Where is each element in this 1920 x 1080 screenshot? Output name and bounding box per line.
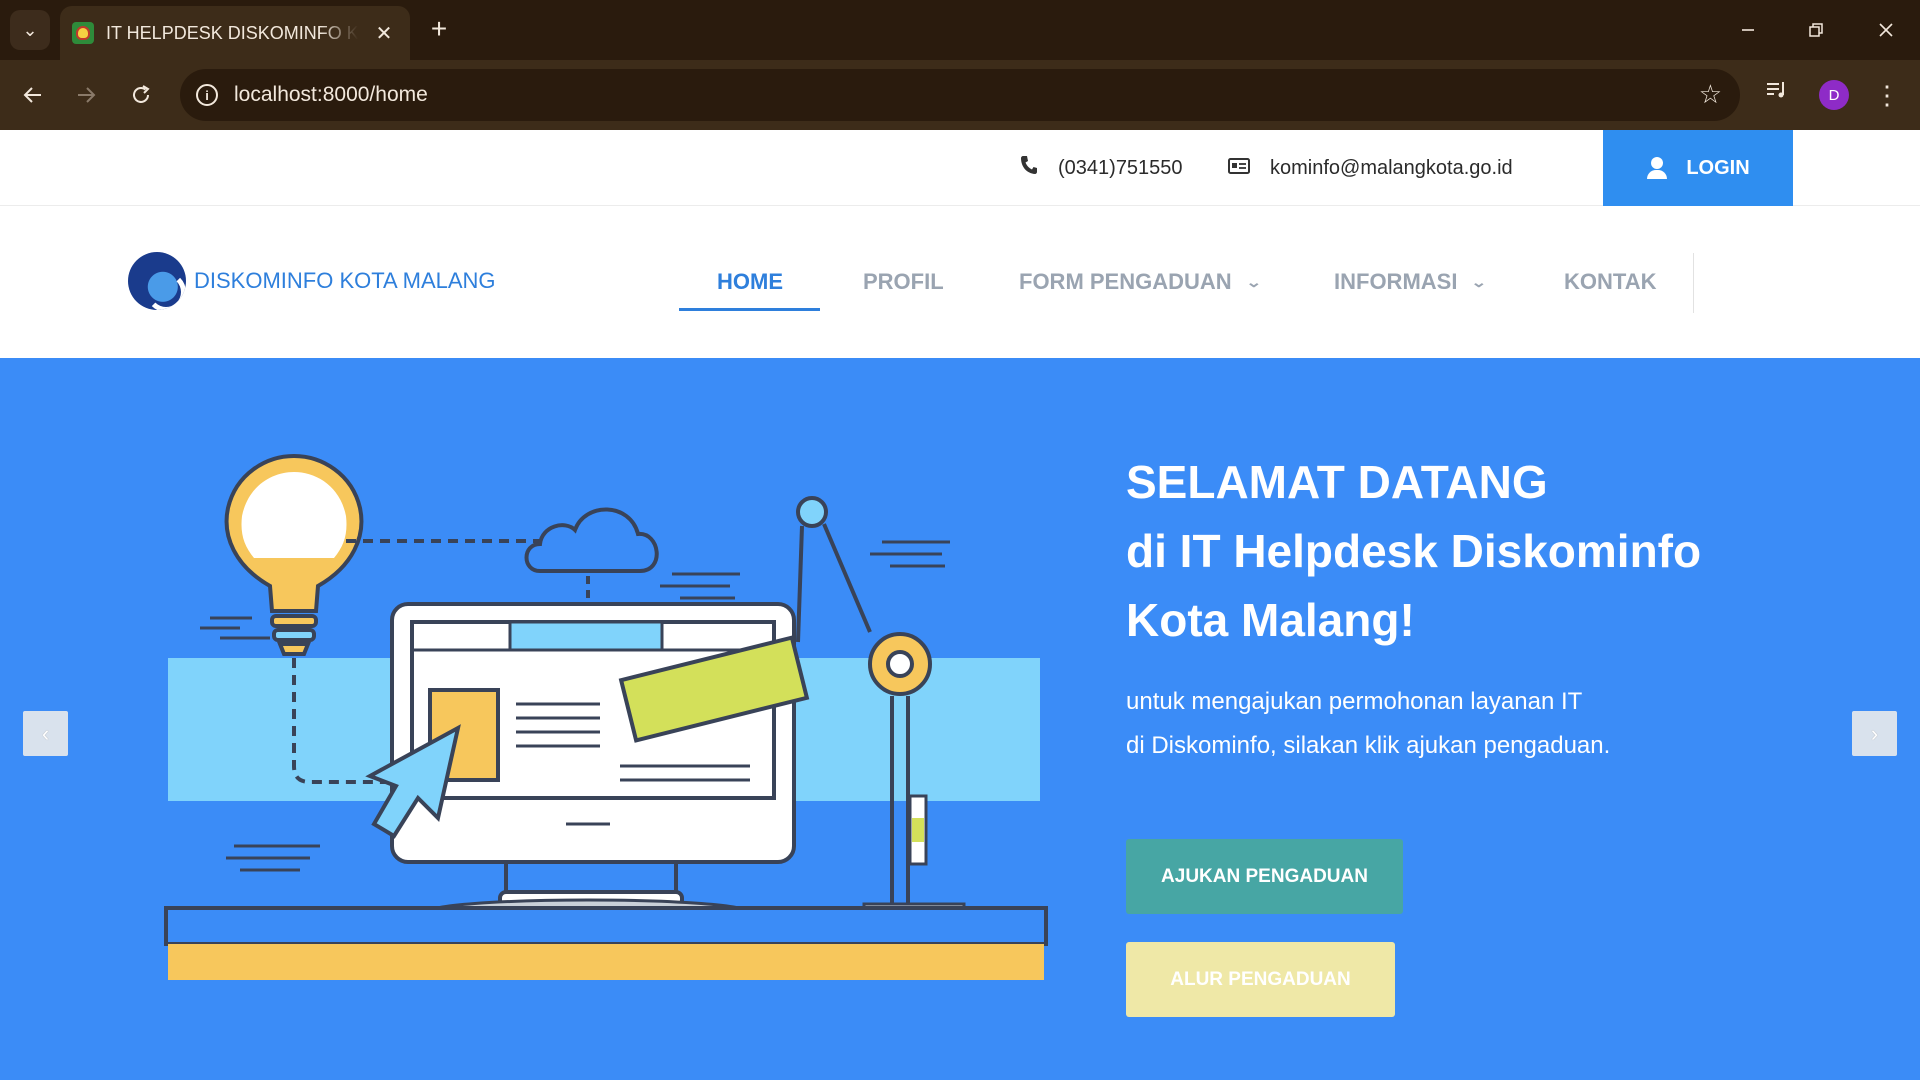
tab-title: IT HELPDESK DISKOMINFO KOTA MALANG — [106, 22, 358, 43]
id-card-icon — [1228, 157, 1250, 180]
minimize-icon[interactable] — [1728, 10, 1768, 50]
nav-form-pengaduan-label: FORM PENGADUAN — [1019, 269, 1232, 294]
nav-form-pengaduan[interactable]: FORM PENGADUAN ⌄ — [1019, 206, 1262, 358]
lightbulb-icon — [224, 453, 364, 656]
hero-title-line: Kota Malang! — [1126, 594, 1415, 646]
address-bar[interactable]: i localhost:8000/home ☆ — [180, 69, 1740, 121]
hero-subtitle: untuk mengajukan permohonan layanan IT d… — [1126, 680, 1826, 768]
chevron-down-icon: ⌄ — [1245, 273, 1262, 290]
phone-contact: (0341)751550 — [1020, 130, 1183, 206]
hero-title-line: di IT Helpdesk Diskominfo — [1126, 525, 1702, 577]
url-text[interactable]: localhost:8000/home — [234, 83, 428, 107]
nav-active-indicator — [679, 308, 820, 311]
hero-subtitle-line: untuk mengajukan permohonan layanan IT — [1126, 688, 1583, 715]
hero-title: SELAMAT DATANG di IT Helpdesk Diskominfo… — [1126, 448, 1886, 655]
nav-informasi[interactable]: INFORMASI ⌄ — [1334, 206, 1488, 358]
hero-title-line: SELAMAT DATANG — [1126, 456, 1548, 508]
close-window-icon[interactable] — [1866, 10, 1906, 50]
media-controls-icon[interactable] — [1762, 75, 1792, 105]
browser-tab-bar: ⌄ IT HELPDESK DISKOMINFO KOTA MALANG ✕ + — [0, 0, 1920, 60]
gear-icon — [868, 632, 932, 696]
site-info-icon[interactable]: i — [196, 84, 218, 106]
phone-icon — [1020, 155, 1038, 181]
browser-tab-active[interactable]: IT HELPDESK DISKOMINFO KOTA MALANG ✕ — [60, 6, 410, 60]
chevron-right-icon: › — [1870, 720, 1879, 746]
hero-illustration — [164, 453, 1048, 980]
logo-text: DISKOMINFO KOTA MALANG — [194, 268, 496, 293]
forward-arrow-icon[interactable] — [66, 75, 106, 115]
site-favicon-icon — [72, 22, 94, 44]
hero-subtitle-line: di Diskominfo, silakan klik ajukan penga… — [1126, 732, 1611, 759]
login-label: LOGIN — [1686, 156, 1750, 179]
nav-informasi-label: INFORMASI — [1334, 269, 1458, 294]
profile-avatar[interactable]: D — [1819, 80, 1849, 110]
contact-topbar: (0341)751550 kominfo@malangkota.go.id LO… — [0, 130, 1920, 206]
restore-icon[interactable] — [1796, 10, 1836, 50]
more-options-icon[interactable]: ⋮ — [1872, 75, 1902, 115]
tab-close-icon[interactable]: ✕ — [372, 21, 396, 46]
browser-toolbar: i localhost:8000/home ☆ — [0, 60, 1920, 130]
cloud-icon — [524, 507, 659, 573]
reload-icon[interactable] — [121, 75, 161, 115]
login-button[interactable]: LOGIN — [1603, 130, 1793, 206]
kominfo-logo-icon — [128, 252, 186, 310]
email-contact: kominfo@malangkota.go.id — [1228, 130, 1513, 206]
chevron-down-icon: ⌄ — [22, 19, 38, 40]
nav-kontak[interactable]: KONTAK — [1564, 206, 1656, 358]
carousel-prev-button[interactable]: ‹ — [23, 711, 68, 756]
nav-profil[interactable]: PROFIL — [863, 206, 944, 358]
hero-carousel: SELAMAT DATANG di IT Helpdesk Diskominfo… — [0, 358, 1920, 1080]
phone-number: (0341)751550 — [1058, 156, 1183, 179]
bookmark-star-icon[interactable]: ☆ — [1699, 79, 1722, 110]
new-tab-button[interactable]: + — [422, 12, 456, 46]
ajukan-pengaduan-button[interactable]: AJUKAN PENGADUAN — [1126, 839, 1403, 914]
site-header: DISKOMINFO KOTA MALANG HOME PROFIL FORM … — [0, 206, 1920, 358]
carousel-next-button[interactable]: › — [1852, 711, 1897, 756]
back-arrow-icon[interactable] — [13, 75, 53, 115]
nav-divider — [1693, 253, 1694, 313]
tab-search-button[interactable]: ⌄ — [10, 10, 50, 50]
email-address: kominfo@malangkota.go.id — [1270, 156, 1513, 179]
chevron-down-icon: ⌄ — [1471, 273, 1488, 290]
site-logo[interactable]: DISKOMINFO KOTA MALANG — [128, 252, 496, 310]
chevron-left-icon: ‹ — [41, 720, 50, 746]
user-icon — [1646, 157, 1668, 179]
alur-pengaduan-button[interactable]: ALUR PENGADUAN — [1126, 942, 1395, 1017]
nav-home[interactable]: HOME — [717, 206, 783, 358]
